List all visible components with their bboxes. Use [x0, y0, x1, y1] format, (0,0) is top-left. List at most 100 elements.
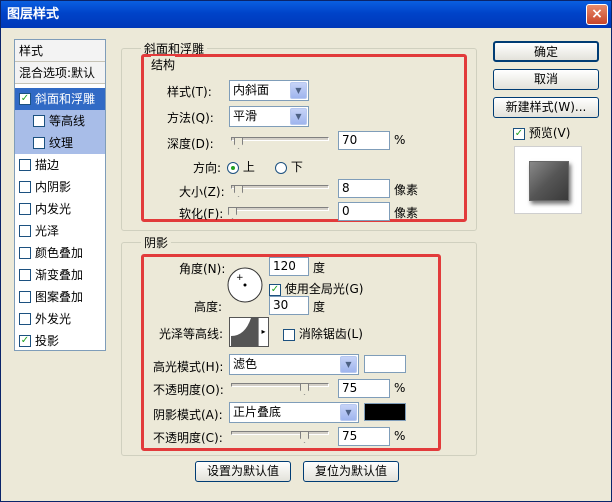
nav-item-gradient-overlay[interactable]: 渐变叠加: [15, 264, 105, 286]
nav-item-blending-options[interactable]: 混合选项:默认: [15, 62, 105, 84]
depth-unit: %: [394, 133, 406, 147]
shadow-color-swatch[interactable]: [364, 403, 406, 421]
nav-label: 样式: [19, 43, 44, 58]
chevron-down-icon[interactable]: ▼: [290, 108, 307, 125]
shadow-opacity-label: 不透明度(C):: [153, 431, 223, 445]
radio-up[interactable]: [227, 161, 239, 174]
preview-checkbox[interactable]: ✓: [513, 127, 525, 140]
style-select[interactable]: 内斜面 ▼: [229, 80, 309, 101]
reset-default-button[interactable]: 复位为默认值: [303, 461, 399, 482]
shadow-opacity-input[interactable]: 75: [338, 427, 390, 446]
nav-item-texture[interactable]: 纹理: [15, 132, 105, 154]
size-input[interactable]: 8: [338, 179, 390, 198]
close-icon[interactable]: ×: [586, 4, 608, 25]
soften-input[interactable]: 0: [338, 202, 390, 221]
nav-item-styles[interactable]: 样式: [15, 40, 105, 62]
nav-item-satin[interactable]: 光泽: [15, 220, 105, 242]
shadow-mode-select[interactable]: 正片叠底 ▼: [229, 402, 359, 423]
chevron-down-icon[interactable]: ▼: [290, 82, 307, 99]
cancel-button[interactable]: 取消: [493, 69, 599, 90]
nav-item-drop-shadow[interactable]: ✓ 投影: [15, 330, 105, 352]
depth-input[interactable]: 70: [338, 131, 390, 150]
checkbox-satin[interactable]: [19, 225, 31, 237]
global-light-label: 使用全局光(G): [284, 282, 364, 296]
style-value: 内斜面: [233, 83, 270, 97]
technique-label: 方法(Q):: [167, 111, 214, 125]
contour-curve-icon: [231, 318, 259, 346]
direction-up-label: 上: [242, 160, 255, 174]
altitude-label: 高度:: [194, 300, 223, 314]
nav-item-inner-glow[interactable]: 内发光: [15, 198, 105, 220]
checkbox-gradient-overlay[interactable]: [19, 269, 31, 281]
checkbox-contour[interactable]: [33, 115, 45, 127]
nav-label: 投影: [35, 334, 60, 348]
gloss-contour-picker[interactable]: ▸: [229, 317, 269, 347]
nav-item-color-overlay[interactable]: 颜色叠加: [15, 242, 105, 264]
chevron-down-icon[interactable]: ▸: [258, 318, 268, 346]
anti-alias-option[interactable]: 消除锯齿(L): [283, 325, 363, 342]
nav-item-pattern-overlay[interactable]: 图案叠加: [15, 286, 105, 308]
highlight-color-swatch[interactable]: [364, 355, 406, 373]
new-style-button[interactable]: 新建样式(W)...: [493, 97, 599, 118]
nav-item-bevel-emboss[interactable]: ✓ 斜面和浮雕: [15, 88, 105, 110]
nav-label: 内发光: [35, 202, 72, 216]
direction-up-option[interactable]: 上: [227, 158, 255, 175]
nav-item-outer-glow[interactable]: 外发光: [15, 308, 105, 330]
layer-style-dialog: 图层样式 × 样式 混合选项:默认 ✓ 斜面和浮雕 等高线 纹理 描边 内阴影 内…: [0, 0, 612, 502]
preview-option[interactable]: ✓ 预览(V): [513, 124, 570, 141]
checkbox-inner-glow[interactable]: [19, 203, 31, 215]
size-label: 大小(Z):: [179, 185, 225, 199]
nav-label: 图案叠加: [35, 290, 84, 304]
nav-label: 纹理: [49, 136, 74, 150]
style-preview-thumbnail: [514, 146, 582, 214]
anti-alias-label: 消除锯齿(L): [298, 327, 363, 341]
nav-label: 混合选项:默认: [19, 65, 96, 80]
angle-label: 角度(N):: [179, 262, 226, 276]
radio-down[interactable]: [275, 161, 287, 174]
size-slider[interactable]: [231, 185, 329, 189]
highlight-opacity-input[interactable]: 75: [338, 379, 390, 398]
checkbox-color-overlay[interactable]: [19, 247, 31, 259]
soften-slider[interactable]: [231, 207, 329, 211]
global-light-checkbox[interactable]: ✓: [269, 283, 281, 296]
styles-list: 样式 混合选项:默认 ✓ 斜面和浮雕 等高线 纹理 描边 内阴影 内发光 光泽 颜…: [14, 39, 106, 351]
structure-title: 结构: [151, 56, 176, 73]
make-default-button[interactable]: 设置为默认值: [195, 461, 291, 482]
altitude-input[interactable]: 30: [269, 296, 309, 315]
checkbox-stroke[interactable]: [19, 159, 31, 171]
direction-down-label: 下: [290, 160, 303, 174]
checkbox-inner-shadow[interactable]: [19, 181, 31, 193]
highlight-opacity-slider[interactable]: [231, 383, 329, 387]
anti-alias-checkbox[interactable]: [283, 328, 295, 341]
nav-item-stroke[interactable]: 描边: [15, 154, 105, 176]
highlight-mode-value: 滤色: [233, 357, 258, 371]
highlight-mode-select[interactable]: 滤色 ▼: [229, 354, 359, 375]
chevron-down-icon[interactable]: ▼: [340, 404, 357, 421]
highlight-mode-label: 高光模式(H):: [153, 360, 224, 374]
depth-slider[interactable]: [231, 137, 329, 141]
nav-label: 内阴影: [35, 180, 72, 194]
global-light-option[interactable]: ✓ 使用全局光(G): [269, 280, 364, 297]
nav-label: 渐变叠加: [35, 268, 84, 282]
checkbox-pattern-overlay[interactable]: [19, 291, 31, 303]
checkbox-drop-shadow[interactable]: ✓: [19, 335, 31, 347]
checkbox-bevel-emboss[interactable]: ✓: [19, 93, 31, 105]
technique-select[interactable]: 平滑 ▼: [229, 106, 309, 127]
chevron-down-icon[interactable]: ▼: [340, 356, 357, 373]
angle-input[interactable]: 120: [269, 257, 309, 276]
nav-item-inner-shadow[interactable]: 内阴影: [15, 176, 105, 198]
checkbox-outer-glow[interactable]: [19, 313, 31, 325]
window-title: 图层样式: [7, 7, 60, 22]
checkbox-texture[interactable]: [33, 137, 45, 149]
shading-title: 阴影: [141, 234, 172, 251]
nav-label: 颜色叠加: [35, 246, 84, 260]
nav-label: 外发光: [35, 312, 72, 326]
nav-label: 斜面和浮雕: [35, 92, 96, 106]
shadow-opacity-slider[interactable]: [231, 431, 329, 435]
shadow-mode-label: 阴影模式(A):: [153, 408, 223, 422]
ok-button[interactable]: 确定: [493, 41, 599, 62]
direction-down-option[interactable]: 下: [275, 158, 303, 175]
nav-item-contour[interactable]: 等高线: [15, 110, 105, 132]
angle-dial-icon[interactable]: +: [226, 266, 264, 304]
size-unit: 像素: [394, 183, 419, 197]
